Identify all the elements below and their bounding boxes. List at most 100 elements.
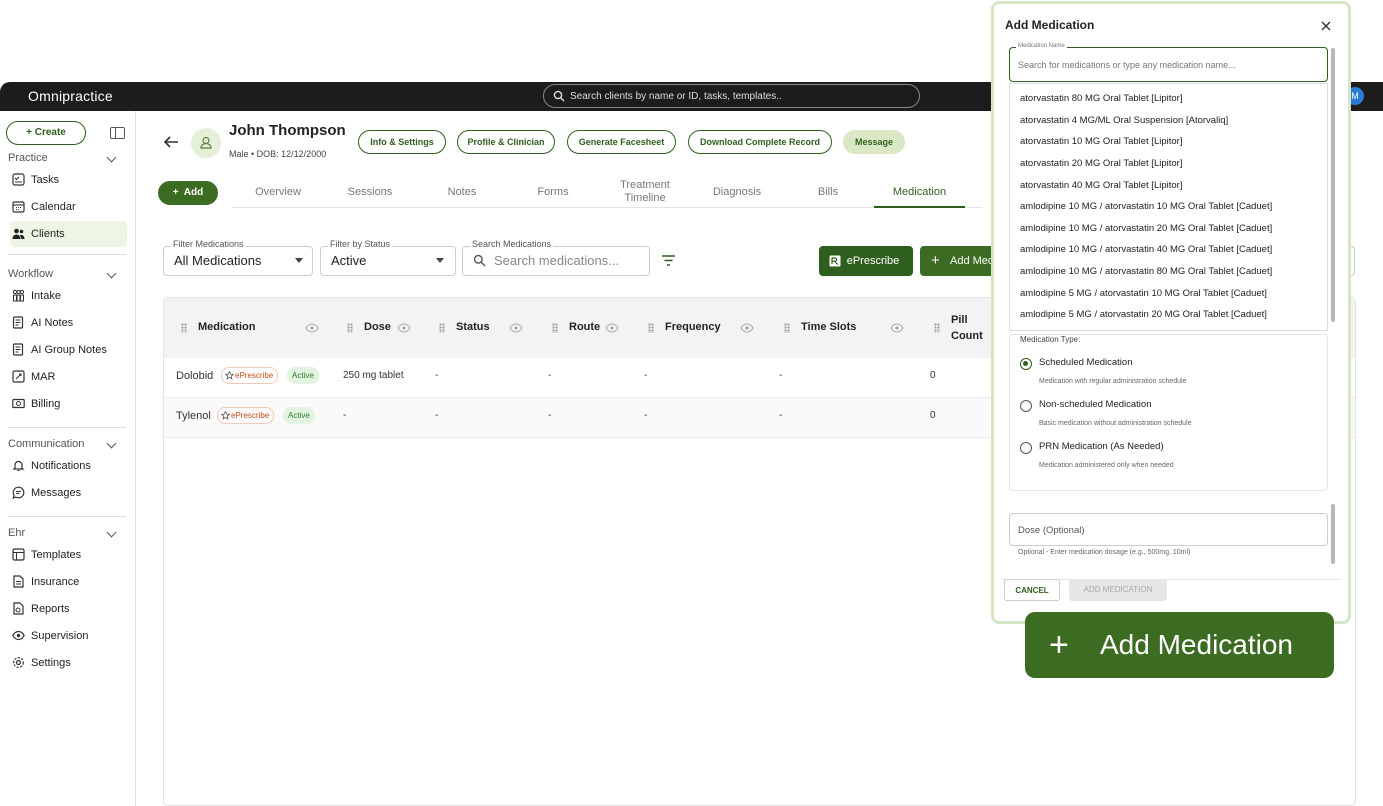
prn-radio[interactable]	[1020, 442, 1032, 454]
eye-icon[interactable]	[605, 323, 619, 333]
suggestion-item[interactable]: atorvastatin 40 MG Oral Tablet [Lipitor]	[1020, 180, 1182, 191]
eye-icon[interactable]	[509, 323, 523, 333]
download-record-button[interactable]: Download Complete Record	[688, 130, 832, 154]
tab-medication[interactable]: Medication	[874, 178, 965, 208]
scheduled-label[interactable]: Scheduled Medication	[1039, 357, 1132, 368]
non-scheduled-radio[interactable]	[1020, 400, 1032, 412]
section-practice[interactable]: Practice	[8, 152, 48, 164]
add-button[interactable]: + Add	[158, 181, 218, 205]
sidebar-item-clients[interactable]: Clients	[10, 221, 127, 247]
suggestion-item[interactable]: atorvastatin 10 MG Oral Tablet [Lipitor]	[1020, 136, 1182, 147]
filter-medications-select[interactable]: All Medications	[163, 246, 313, 276]
eye-icon[interactable]	[397, 323, 411, 333]
scrollbar[interactable]	[1331, 504, 1335, 564]
column-header-frequency[interactable]: Frequency	[665, 321, 721, 333]
sidebar-item-intake[interactable]: Intake	[10, 283, 127, 309]
medication-name-input[interactable]: Search for medications or type any medic…	[1009, 47, 1328, 82]
section-workflow[interactable]: Workflow	[8, 268, 53, 280]
drag-handle-icon[interactable]	[934, 323, 940, 333]
suggestion-item[interactable]: amlodipine 10 MG / atorvastatin 20 MG Or…	[1020, 223, 1272, 234]
scheduled-desc: Medication with regular administration s…	[1039, 378, 1187, 385]
eye-icon[interactable]	[305, 323, 319, 333]
sidebar-item-billing[interactable]: Billing	[10, 391, 127, 417]
prn-label[interactable]: PRN Medication (As Needed)	[1039, 441, 1164, 452]
add-medication-button[interactable]: + Add Medication	[920, 246, 1000, 276]
drag-handle-icon[interactable]	[648, 323, 654, 333]
generate-facesheet-button[interactable]: Generate Facesheet	[567, 130, 676, 154]
sidebar-item-reports[interactable]: Reports	[10, 596, 127, 622]
sidebar-item-settings[interactable]: Settings	[10, 650, 127, 676]
back-arrow-icon[interactable]	[162, 133, 180, 151]
sidebar-item-supervision[interactable]: Supervision	[10, 623, 127, 649]
eprescribe-button[interactable]: ePrescribe	[819, 246, 913, 276]
add-medication-submit-button[interactable]: ADD MEDICATION	[1069, 579, 1167, 601]
chevron-down-icon[interactable]	[106, 527, 117, 538]
non-scheduled-label[interactable]: Non-scheduled Medication	[1039, 399, 1151, 410]
suggestion-item[interactable]: atorvastatin 20 MG Oral Tablet [Lipitor]	[1020, 158, 1182, 169]
section-ehr[interactable]: Ehr	[8, 527, 25, 539]
caret-down-icon[interactable]	[295, 258, 303, 263]
suggestion-item[interactable]: atorvastatin 4 MG/ML Oral Suspension [At…	[1020, 115, 1228, 126]
eye-icon[interactable]	[740, 323, 754, 333]
suggestion-item[interactable]: amlodipine 10 MG / atorvastatin 40 MG Or…	[1020, 244, 1272, 255]
tab-notes[interactable]: Notes	[416, 178, 508, 208]
column-header-time-slots[interactable]: Time Slots	[801, 321, 856, 333]
sidebar-item-tasks[interactable]: Tasks	[10, 167, 127, 193]
add-medication-callout[interactable]: + Add Medication	[1025, 612, 1334, 678]
sidebar-item-ai-group-notes[interactable]: AI Group Notes	[10, 337, 127, 363]
eprescribe-tag-label: ePrescribe	[235, 371, 274, 380]
column-header-status[interactable]: Status	[456, 321, 490, 333]
global-search-input[interactable]: Search clients by name or ID, tasks, tem…	[543, 84, 920, 108]
suggestion-item[interactable]: amlodipine 10 MG / atorvastatin 10 MG Or…	[1020, 201, 1272, 212]
eprescribe-tag: ePrescribe	[217, 407, 275, 424]
chevron-down-icon[interactable]	[106, 268, 117, 279]
collapse-sidebar-icon[interactable]	[110, 127, 125, 139]
scrollbar[interactable]	[1331, 48, 1335, 322]
drag-handle-icon[interactable]	[439, 323, 445, 333]
chevron-down-icon[interactable]	[106, 152, 117, 163]
sidebar-item-templates[interactable]: Templates	[10, 542, 127, 568]
column-header-pill-count[interactable]: Pill Count	[951, 312, 991, 344]
drag-handle-icon[interactable]	[784, 323, 790, 333]
tab-overview[interactable]: Overview	[232, 178, 324, 208]
sidebar-item-mar[interactable]: MAR	[10, 364, 127, 390]
sidebar-item-label: Calendar	[31, 201, 76, 213]
sidebar-item-insurance[interactable]: Insurance	[10, 569, 127, 595]
sidebar-item-calendar[interactable]: Calendar	[10, 194, 127, 220]
suggestion-item[interactable]: amlodipine 10 MG / atorvastatin 80 MG Or…	[1020, 266, 1272, 277]
column-header-medication[interactable]: Medication	[198, 321, 255, 333]
sidebar-item-messages[interactable]: Messages	[10, 480, 127, 506]
profile-clinician-button[interactable]: Profile & Clinician	[457, 130, 555, 154]
drag-handle-icon[interactable]	[552, 323, 558, 333]
tab-treatment-timeline[interactable]: Treatment Timeline	[599, 178, 691, 208]
suggestion-item[interactable]: atorvastatin 80 MG Oral Tablet [Lipitor]	[1020, 93, 1182, 104]
drag-handle-icon[interactable]	[347, 323, 353, 333]
suggestion-item[interactable]: amlodipine 5 MG / atorvastatin 20 MG Ora…	[1020, 309, 1267, 320]
caret-down-icon[interactable]	[436, 258, 444, 263]
dose-input[interactable]: Dose (Optional)	[1009, 513, 1328, 546]
close-icon[interactable]	[1321, 21, 1331, 31]
sidebar-item-ai-notes[interactable]: AI Notes	[10, 310, 127, 336]
pill-count-cell: 0	[930, 370, 936, 381]
suggestion-item[interactable]: amlodipine 5 MG / atorvastatin 10 MG Ora…	[1020, 288, 1267, 299]
search-medications-input[interactable]: Search medications...	[462, 246, 650, 276]
chevron-down-icon[interactable]	[106, 438, 117, 449]
column-header-route[interactable]: Route	[569, 321, 600, 333]
column-header-dose[interactable]: Dose	[364, 321, 391, 333]
drag-handle-icon[interactable]	[181, 323, 187, 333]
section-communication[interactable]: Communication	[8, 438, 84, 450]
filter-icon[interactable]	[661, 254, 676, 267]
sidebar-item-label: Settings	[31, 657, 71, 669]
info-settings-button[interactable]: Info & Settings	[358, 130, 446, 154]
tab-sessions[interactable]: Sessions	[324, 178, 416, 208]
cancel-button[interactable]: CANCEL	[1004, 579, 1060, 601]
tab-diagnosis[interactable]: Diagnosis	[691, 178, 783, 208]
app-logo[interactable]: Omnipractice	[28, 88, 113, 104]
create-button[interactable]: + Create	[6, 121, 86, 145]
tab-forms[interactable]: Forms	[507, 178, 599, 208]
eye-icon[interactable]	[890, 323, 904, 333]
sidebar-item-notifications[interactable]: Notifications	[10, 453, 127, 479]
message-button[interactable]: Message	[843, 130, 905, 154]
scheduled-radio[interactable]	[1020, 358, 1032, 370]
tab-bills[interactable]: Bills	[782, 178, 874, 208]
